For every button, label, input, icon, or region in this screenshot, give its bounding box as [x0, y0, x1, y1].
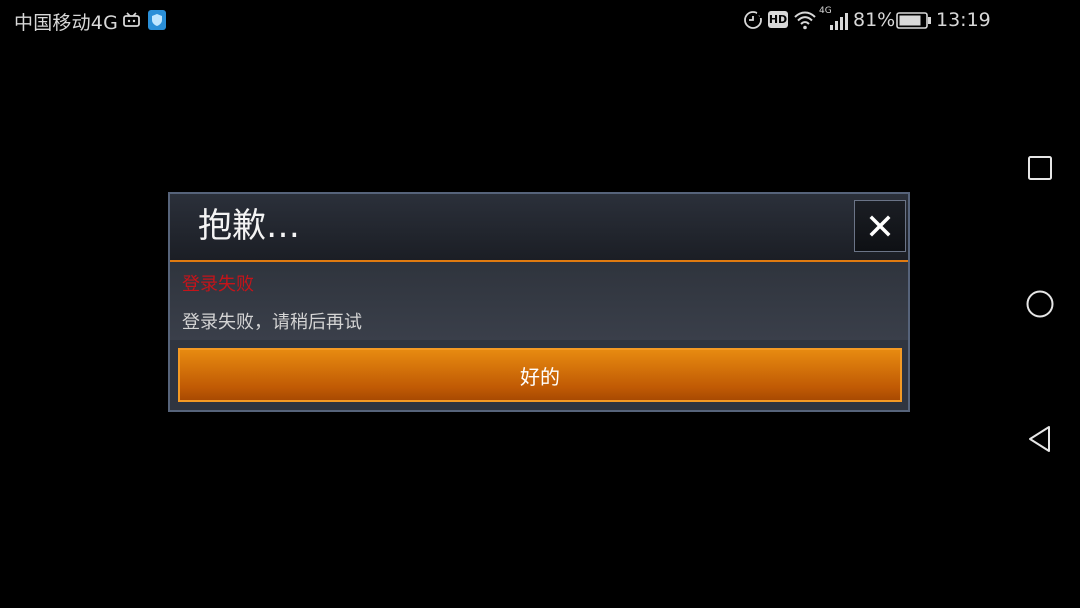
status-bar: 中国移动4G HD 4G 81% 13:19 [0, 0, 1000, 42]
dialog-title: 抱歉… [198, 206, 300, 246]
home-icon [1026, 290, 1054, 318]
recent-apps-button[interactable] [1020, 148, 1060, 188]
ok-button[interactable]: 好的 [178, 348, 902, 402]
carrier-label: 中国移动4G [14, 12, 119, 34]
sync-icon [744, 11, 763, 29]
navigation-bar [1000, 0, 1080, 608]
home-button[interactable] [1020, 284, 1060, 324]
signal-icon: 4G [819, 6, 851, 30]
wifi-icon [794, 11, 816, 30]
battery-percent: 81% [853, 9, 896, 31]
shield-icon [148, 10, 166, 30]
screen: 中国移动4G HD 4G 81% 13:19 抱歉… 登录失败 登录失败，请稍后… [0, 0, 1080, 608]
back-button[interactable] [1020, 419, 1060, 459]
clock: 13:19 [936, 9, 991, 31]
back-icon [1029, 426, 1050, 452]
recent-apps-icon [1028, 156, 1052, 180]
close-button[interactable] [854, 200, 906, 252]
hd-label: HD [768, 13, 788, 26]
battery-icon [896, 12, 931, 29]
close-icon [869, 215, 891, 237]
error-title: 登录失败 [182, 274, 254, 295]
ok-button-label: 好的 [520, 364, 560, 389]
hd-icon: HD [768, 11, 788, 28]
error-dialog: 抱歉… 登录失败 登录失败，请稍后再试 好的 [168, 192, 910, 412]
error-message: 登录失败，请稍后再试 [182, 312, 362, 333]
dialog-header: 抱歉… [170, 194, 908, 262]
dialog-body: 登录失败 登录失败，请稍后再试 [170, 262, 908, 340]
tv-icon [123, 12, 140, 27]
